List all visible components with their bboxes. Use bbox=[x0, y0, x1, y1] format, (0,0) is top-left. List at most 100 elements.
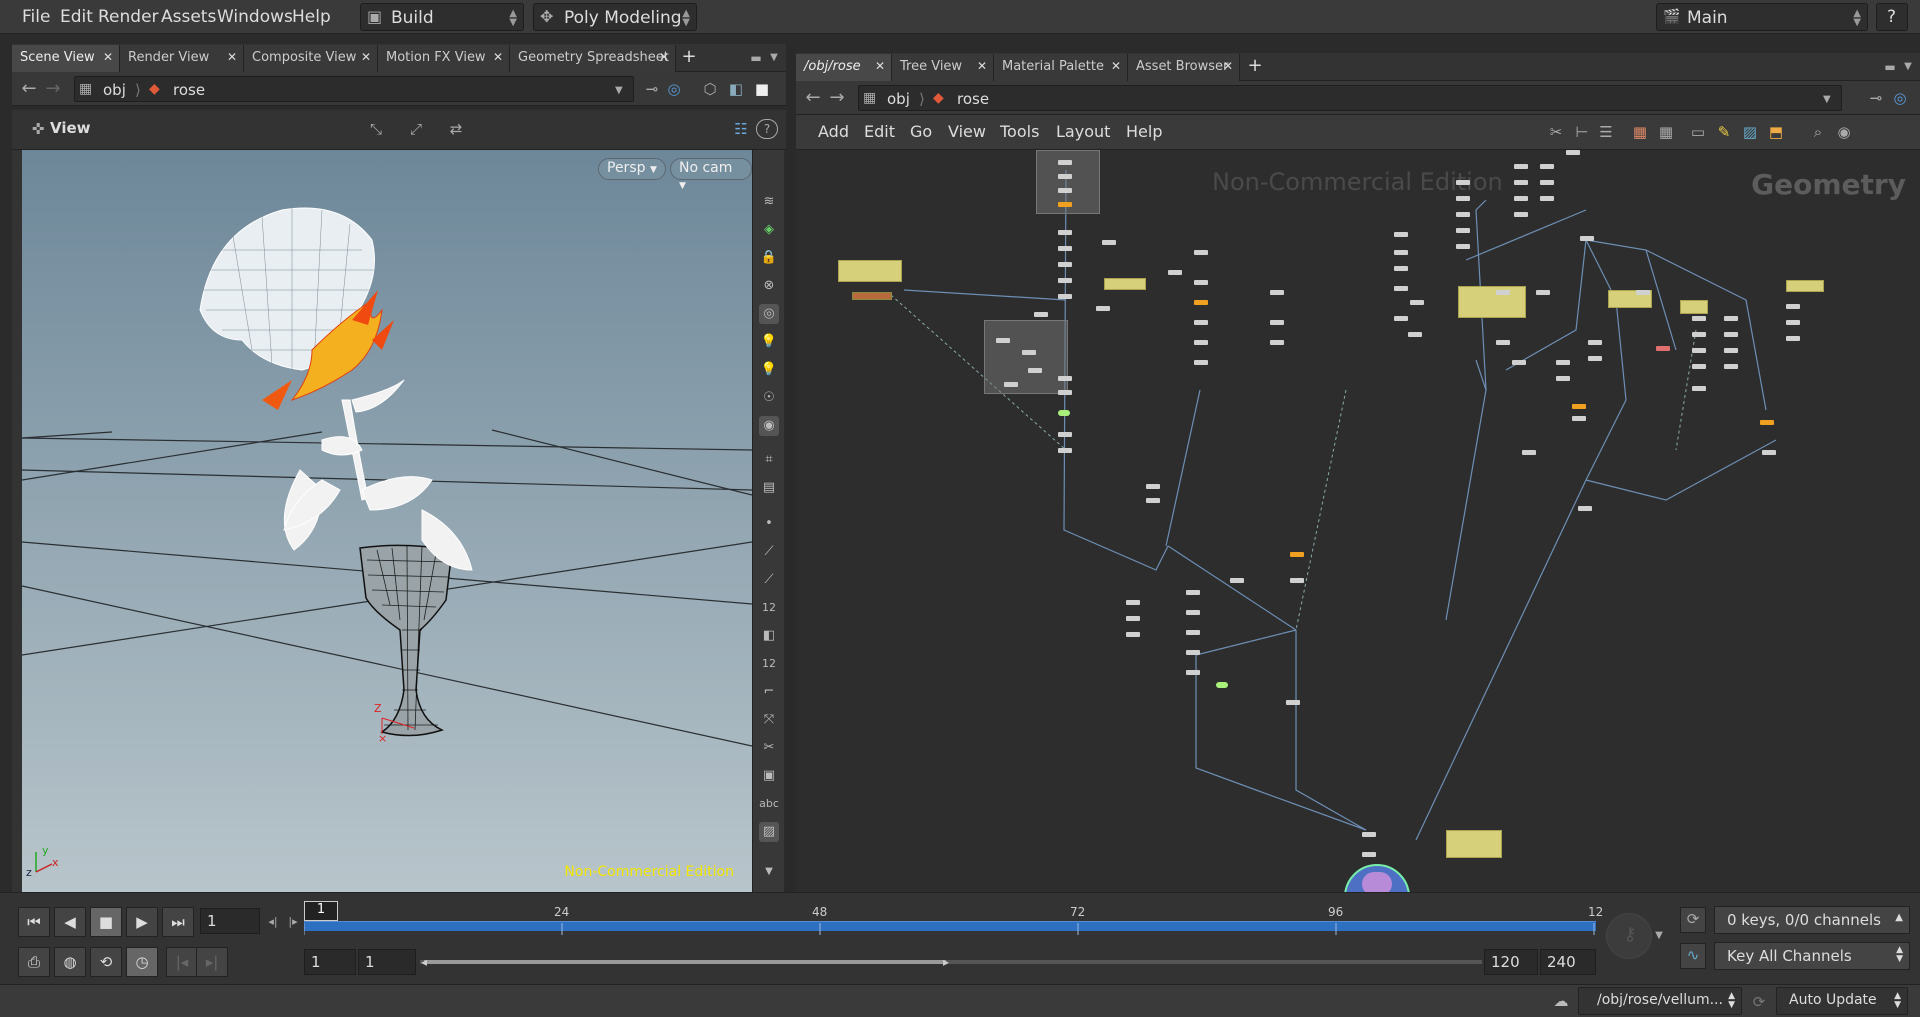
snap-tool-icon[interactable]: ⤢ bbox=[404, 120, 428, 138]
light-icon[interactable]: 💡 bbox=[759, 332, 779, 352]
close-icon[interactable]: ✕ bbox=[1111, 59, 1121, 73]
network-node[interactable] bbox=[1216, 682, 1228, 688]
close-icon[interactable]: ✕ bbox=[227, 50, 237, 64]
network-node[interactable] bbox=[1514, 164, 1528, 169]
network-node[interactable] bbox=[1692, 316, 1706, 321]
network-node[interactable] bbox=[1186, 610, 1200, 615]
transform-tool-icon[interactable]: ⇄ bbox=[444, 120, 468, 138]
network-node[interactable] bbox=[1058, 160, 1072, 165]
network-node[interactable] bbox=[1058, 448, 1072, 453]
cube-icon[interactable]: ⬡ bbox=[700, 80, 720, 98]
link-icon[interactable]: ◎ bbox=[1890, 89, 1910, 107]
sticky-note[interactable] bbox=[1786, 280, 1824, 292]
network-node[interactable] bbox=[1588, 340, 1602, 345]
network-node[interactable] bbox=[1270, 290, 1284, 295]
network-node[interactable] bbox=[1566, 150, 1580, 155]
network-node[interactable] bbox=[1724, 332, 1738, 337]
range-start-handle[interactable]: ◂ bbox=[418, 953, 430, 971]
net-menu-view[interactable]: View bbox=[948, 122, 986, 141]
range-end-field[interactable]: 240 bbox=[1540, 949, 1596, 975]
chevron-down-icon[interactable]: ▼ bbox=[766, 49, 782, 67]
add-tab-icon[interactable]: + bbox=[1242, 57, 1268, 75]
network-node[interactable] bbox=[1456, 228, 1470, 233]
background-icon[interactable]: ■ bbox=[752, 80, 772, 98]
update-mode-select[interactable]: Auto Update ▲ ▼ bbox=[1776, 987, 1908, 1015]
network-node[interactable] bbox=[1194, 300, 1208, 305]
eye-icon[interactable]: ◉ bbox=[1834, 123, 1854, 141]
edge-icon[interactable]: ⌐ bbox=[759, 682, 779, 702]
network-node[interactable] bbox=[1126, 600, 1140, 605]
pane-splitter[interactable] bbox=[786, 44, 796, 892]
network-node[interactable] bbox=[1514, 180, 1528, 185]
network-node[interactable] bbox=[1410, 300, 1424, 305]
frame-ruler[interactable]: 24 48 72 96 12 1 bbox=[304, 901, 1603, 939]
network-node[interactable] bbox=[1058, 246, 1072, 251]
network-node[interactable] bbox=[1556, 360, 1570, 365]
number-icon[interactable]: 12 bbox=[759, 654, 779, 674]
tab-render-view[interactable]: Render View ✕ bbox=[120, 45, 244, 72]
network-node[interactable] bbox=[1692, 332, 1706, 337]
network-node[interactable] bbox=[1692, 364, 1706, 369]
sticky-note[interactable] bbox=[1446, 830, 1502, 858]
network-node[interactable] bbox=[1536, 290, 1550, 295]
persp-menu[interactable]: Persp ▼ bbox=[598, 158, 666, 180]
network-node[interactable] bbox=[1186, 590, 1200, 595]
close-icon[interactable]: ✕ bbox=[103, 50, 113, 64]
step-back-icon[interactable]: ◂| bbox=[264, 913, 282, 931]
network-node[interactable] bbox=[1022, 350, 1036, 355]
network-node[interactable] bbox=[1058, 410, 1070, 416]
network-node[interactable] bbox=[1058, 188, 1072, 193]
pin-icon[interactable]: ⊸ bbox=[642, 80, 662, 98]
network-box[interactable] bbox=[984, 320, 1068, 394]
tree-icon[interactable]: ⊢ bbox=[1572, 123, 1592, 141]
jump-to-end-button[interactable]: ⏭ bbox=[162, 907, 194, 937]
network-node[interactable] bbox=[1394, 286, 1408, 291]
tab-network-obj-rose[interactable]: /obj/rose ✕ bbox=[796, 54, 892, 81]
playback-end-field[interactable]: 120 bbox=[1484, 949, 1538, 975]
network-node[interactable] bbox=[1724, 348, 1738, 353]
network-node[interactable] bbox=[1786, 304, 1800, 309]
network-node[interactable] bbox=[1786, 336, 1800, 341]
display-icon[interactable]: ≋ bbox=[759, 192, 779, 212]
network-node[interactable] bbox=[1496, 340, 1510, 345]
network-node[interactable] bbox=[1762, 450, 1776, 455]
close-icon[interactable]: ✕ bbox=[659, 50, 669, 64]
network-node[interactable] bbox=[1186, 630, 1200, 635]
network-node[interactable] bbox=[1456, 244, 1470, 249]
sticky-note[interactable] bbox=[838, 260, 902, 282]
tab-motion-fx-view[interactable]: Motion FX View ✕ bbox=[378, 45, 510, 72]
playback-start-field[interactable]: 1 bbox=[358, 949, 416, 975]
range-end-handle[interactable]: ▸ bbox=[940, 953, 952, 971]
tools-icon[interactable]: ✂ bbox=[1546, 123, 1566, 141]
network-node[interactable] bbox=[1456, 196, 1470, 201]
number-icon[interactable]: 12 bbox=[759, 598, 779, 618]
close-icon[interactable]: ✕ bbox=[493, 50, 503, 64]
range-slider[interactable]: ◂ ▸ bbox=[420, 955, 1482, 969]
network-node[interactable] bbox=[1034, 312, 1048, 317]
split-icon[interactable]: ✂ bbox=[759, 738, 779, 758]
grid-view-icon[interactable]: ▦ bbox=[1656, 123, 1676, 141]
close-icon[interactable]: ✕ bbox=[1223, 59, 1233, 73]
net-menu-layout[interactable]: Layout bbox=[1056, 122, 1110, 141]
path-rose[interactable]: rose bbox=[957, 90, 989, 108]
chevron-down-icon[interactable]: ▼ bbox=[1823, 91, 1831, 109]
desktop-select[interactable]: ▣ Build ▲ ▼ bbox=[360, 3, 524, 31]
ghost-icon[interactable]: ⊗ bbox=[759, 276, 779, 296]
sticky-note[interactable] bbox=[1458, 286, 1526, 318]
shading-icon[interactable]: ◉ bbox=[759, 416, 779, 436]
network-node[interactable] bbox=[1580, 236, 1594, 241]
camera-icon[interactable]: ⌗ bbox=[759, 450, 779, 470]
network-node[interactable] bbox=[1186, 650, 1200, 655]
asset-icon[interactable]: ⬒ bbox=[1766, 123, 1786, 141]
pick-icon[interactable]: ⟋ bbox=[759, 570, 779, 590]
sticky-note-icon[interactable]: ✎ bbox=[1714, 123, 1734, 141]
text-icon[interactable]: abc bbox=[759, 794, 779, 814]
grid-icon[interactable]: ▣ bbox=[759, 766, 779, 786]
network-node[interactable] bbox=[1572, 404, 1586, 409]
network-node[interactable] bbox=[1058, 278, 1072, 283]
network-node[interactable] bbox=[1194, 320, 1208, 325]
network-node[interactable] bbox=[1456, 212, 1470, 217]
loop-toggle[interactable]: ⟲ bbox=[90, 947, 122, 977]
lock-icon[interactable]: 🔒 bbox=[759, 248, 779, 268]
network-node[interactable] bbox=[1290, 578, 1304, 583]
